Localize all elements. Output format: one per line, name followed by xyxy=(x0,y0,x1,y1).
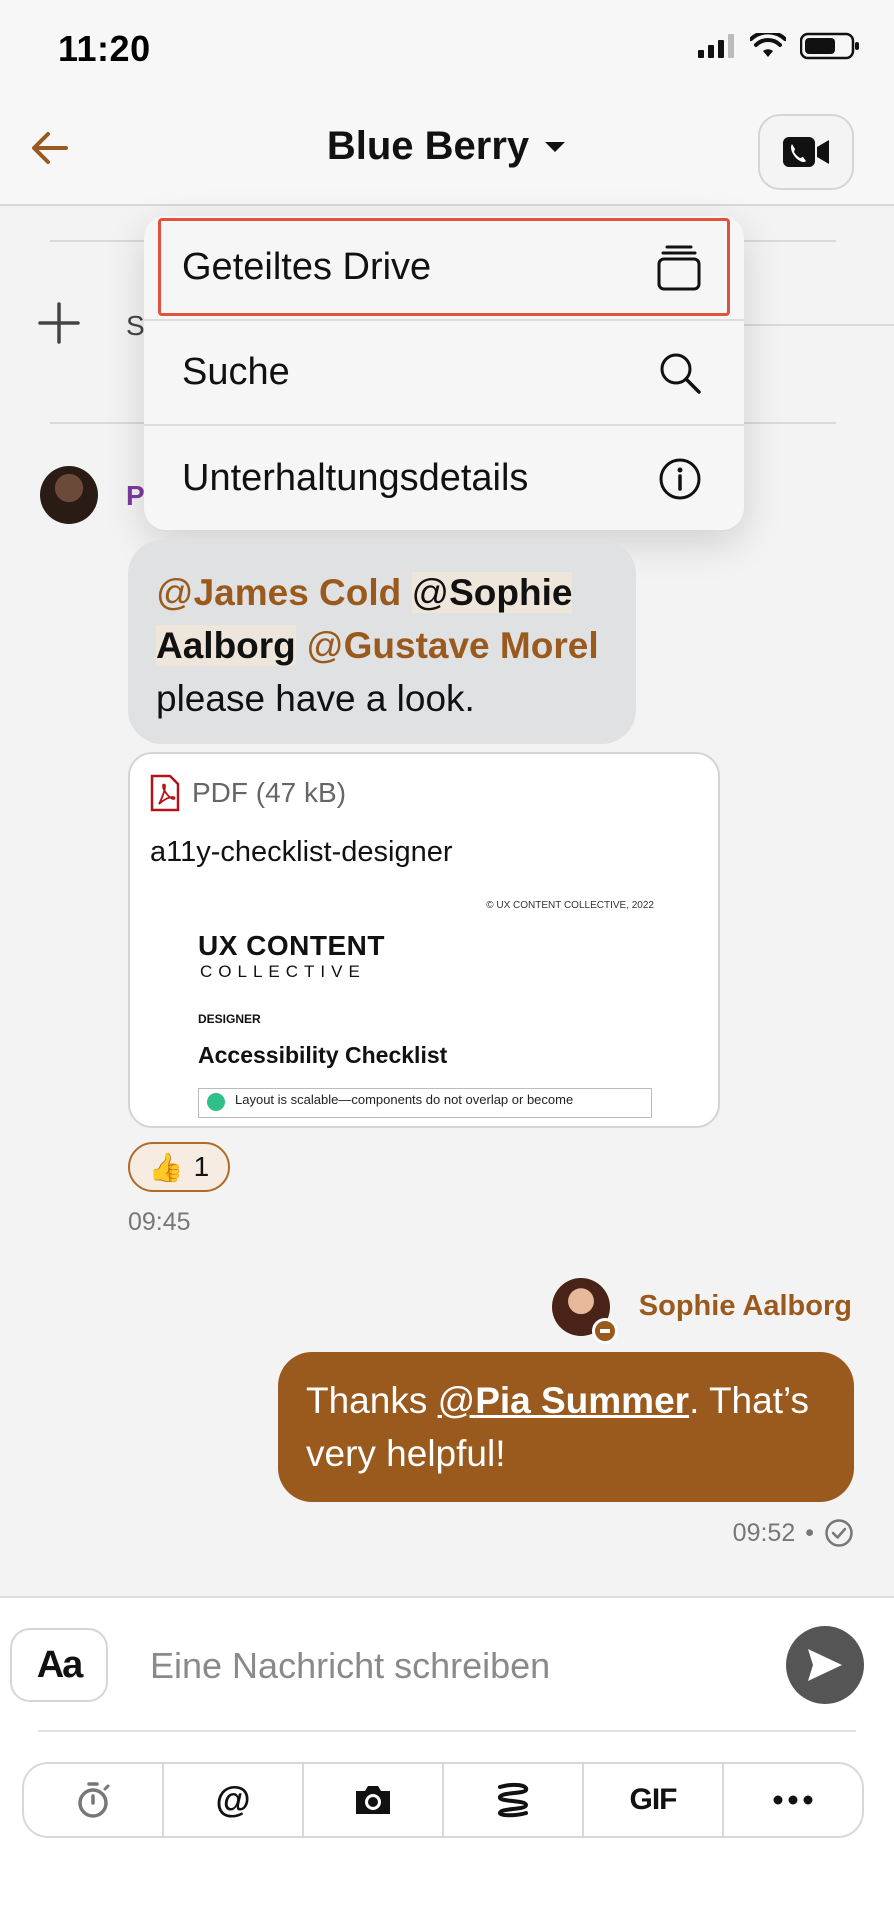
mention-button[interactable]: @ xyxy=(164,1764,304,1836)
add-button[interactable] xyxy=(36,300,82,346)
status-time: 11:20 xyxy=(58,28,151,69)
attachment-meta: PDF (47 kB) xyxy=(150,774,346,812)
camera-icon xyxy=(356,1786,390,1814)
avatar[interactable] xyxy=(40,466,98,524)
pdf-preview: © UX CONTENT COLLECTIVE, 2022 UX CONTENT… xyxy=(130,894,718,1126)
search-icon xyxy=(660,353,701,394)
gif-icon: GIF xyxy=(629,1783,678,1816)
plus-icon xyxy=(38,302,80,344)
gif-button[interactable]: GIF xyxy=(584,1764,724,1836)
pdf-file-icon xyxy=(150,774,180,812)
chat-header: Blue Berry xyxy=(0,96,894,206)
giphy-icon xyxy=(497,1782,529,1818)
pdf-attachment[interactable]: PDF (47 kB) a11y-checklist-designer © UX… xyxy=(128,752,720,1128)
video-call-button[interactable] xyxy=(758,114,854,190)
menu-item-label: Unterhaltungsdetails xyxy=(182,457,529,499)
message-timestamp: 09:52 xyxy=(732,1518,796,1547)
message-composer: Aa @ xyxy=(0,1596,894,1912)
camera-button[interactable] xyxy=(304,1764,444,1836)
message-input[interactable] xyxy=(150,1638,610,1694)
reaction-thumbs-up[interactable]: 👍 1 xyxy=(128,1142,230,1192)
message-status: 09:52 • xyxy=(733,1518,854,1548)
preview-brand-sub: COLLECTIVE xyxy=(200,962,366,981)
sender-name[interactable]: Sophie Aalborg xyxy=(639,1290,852,1323)
battery-icon xyxy=(800,32,859,60)
info-icon xyxy=(659,458,701,499)
mention[interactable]: @Pia Summer xyxy=(438,1380,689,1421)
wifi-icon xyxy=(750,33,786,57)
highlight-box xyxy=(158,218,730,316)
status-icons xyxy=(698,32,860,60)
signal-icon xyxy=(698,34,734,58)
at-icon: @ xyxy=(215,1779,251,1820)
more-icon xyxy=(773,1795,813,1805)
message-bubble-outgoing[interactable]: Thanks @Pia Summer. That’s very helpful! xyxy=(278,1352,854,1502)
attachment-type-size: PDF (47 kB) xyxy=(192,777,347,808)
preview-brand: UX CONTENT xyxy=(198,930,385,961)
menu-item-search[interactable]: Suche xyxy=(144,321,744,426)
preview-copyright: © UX CONTENT COLLECTIVE, 2022 xyxy=(486,900,654,911)
status-busy-icon xyxy=(592,1318,618,1344)
mention[interactable]: @Gustave Morel xyxy=(306,625,599,666)
sender-name-obscured: P xyxy=(126,480,145,511)
message-bubble-incoming[interactable]: @James Cold @Sophie Aalborg @Gustave Mor… xyxy=(128,540,636,744)
status-bar: 11:20 xyxy=(0,0,894,96)
divider xyxy=(38,1730,856,1732)
menu-item-label: Suche xyxy=(182,351,290,393)
separator: • xyxy=(805,1518,814,1547)
video-call-icon xyxy=(783,137,829,167)
timer-icon xyxy=(78,1782,110,1818)
caret-down-icon xyxy=(545,141,566,152)
conversation-title: Blue Berry xyxy=(326,124,530,168)
send-icon xyxy=(808,1649,842,1681)
more-button[interactable] xyxy=(724,1764,862,1836)
attachment-filename: a11y-checklist-designer xyxy=(150,836,453,868)
giphy-button[interactable] xyxy=(444,1764,584,1836)
check-icon xyxy=(207,1093,225,1111)
format-button[interactable]: Aa xyxy=(10,1628,108,1702)
menu-item-shared-drive[interactable]: Geteiltes Drive xyxy=(144,216,744,321)
composer-toolbar: @ GIF xyxy=(22,1762,864,1838)
message-text: please have a look. xyxy=(156,678,475,719)
thumbs-up-icon: 👍 xyxy=(148,1151,184,1183)
mention[interactable]: @James Cold xyxy=(156,572,401,613)
menu-item-conversation-details[interactable]: Unterhaltungsdetails xyxy=(144,426,744,530)
timer-button[interactable] xyxy=(24,1764,164,1836)
preview-title: Accessibility Checklist xyxy=(198,1042,448,1068)
conversation-menu: Geteiltes Drive Suche Unterhaltungsdetai… xyxy=(144,216,744,530)
delivered-check-icon xyxy=(825,1519,853,1547)
preview-role: DESIGNER xyxy=(198,1012,261,1026)
obscured-text: S xyxy=(126,310,145,341)
send-button[interactable] xyxy=(786,1626,864,1704)
reaction-count: 1 xyxy=(193,1151,210,1182)
preview-row: Layout is scalable—components do not ove… xyxy=(198,1088,652,1118)
message-timestamp: 09:45 xyxy=(128,1208,191,1236)
